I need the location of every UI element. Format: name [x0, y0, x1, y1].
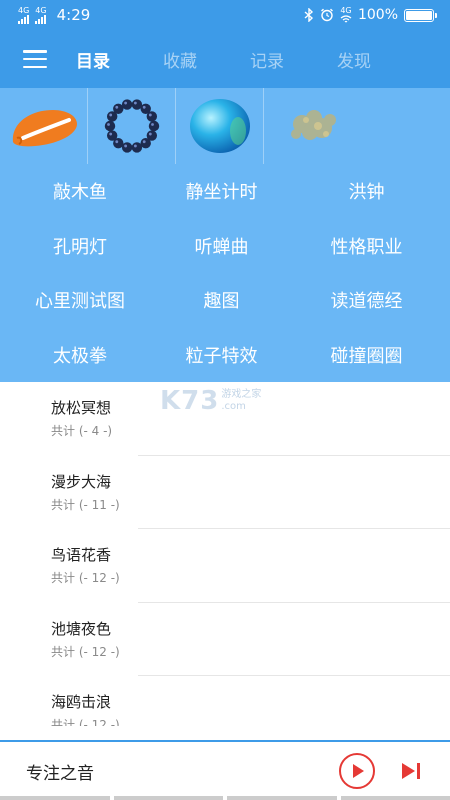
bluetooth-icon — [304, 8, 313, 22]
bead-highlight — [133, 144, 137, 148]
status-left: 4G 4G 4:29 — [18, 6, 90, 24]
status-right: 4G 100% — [304, 7, 437, 23]
grid-item-tao-te-ching[interactable]: 读道德经 — [283, 273, 450, 328]
grid-item-particle-effects[interactable]: 粒子特效 — [160, 328, 283, 383]
list-item-count: 共计 (- 4 -) — [51, 424, 113, 438]
network-type-right: 4G — [340, 6, 352, 15]
bead-highlight — [114, 105, 118, 109]
tab-favorites[interactable]: 收藏 — [163, 47, 250, 72]
grid-item-personality-career[interactable]: 性格职业 — [283, 219, 450, 274]
grid-item-sky-lantern[interactable]: 孔明灯 — [0, 219, 160, 274]
tab-bar: 目录 收藏 记录 发现 — [76, 47, 424, 72]
grid-item-fun-pictures[interactable]: 趣图 — [160, 273, 283, 328]
alarm-icon — [321, 8, 333, 22]
signal-icon-2: 4G — [35, 5, 47, 24]
prayer-beads-button[interactable] — [88, 88, 176, 164]
bead-highlight — [142, 140, 146, 144]
list-item[interactable]: 鸟语花香 共计 (- 12 -) — [0, 529, 450, 603]
grid-item-knock-wooden-fish[interactable]: 敲木鱼 — [0, 164, 160, 219]
bottom-player: 专注之音 — [0, 740, 450, 800]
bead — [140, 138, 151, 149]
play-button[interactable] — [338, 752, 376, 790]
bead-highlight — [108, 113, 112, 117]
grid-item-meditation-timer[interactable]: 静坐计时 — [160, 164, 283, 219]
prayer-beads-icon — [104, 99, 159, 153]
list-item-title: 池塘夜色 — [51, 619, 112, 638]
tab-discover[interactable]: 发现 — [337, 47, 424, 72]
feature-icon-strip — [0, 88, 450, 164]
list-item-title: 鸟语花香 — [51, 546, 112, 564]
grid-item-tai-chi[interactable]: 太极拳 — [0, 328, 160, 383]
bead-highlight — [133, 101, 137, 105]
blue-ball-icon — [189, 99, 250, 153]
battery-icon — [404, 8, 437, 22]
grid-item-bell[interactable]: 洪钟 — [283, 164, 450, 219]
bead-highlight — [123, 144, 127, 148]
bead-highlight — [150, 123, 154, 126]
player-title: 专注之音 — [26, 763, 94, 784]
list-item-count: 共计 (- 12 -) — [51, 644, 120, 659]
grid-item-collision-circles[interactable]: 碰撞圈圈 — [283, 328, 450, 383]
bead-highlight — [123, 101, 127, 105]
feature-grid: 敲木鱼 静坐计时 洪钟 孔明灯 听蝉曲 性格职业 心里测试图 趣图 读道德经 太… — [0, 164, 450, 382]
list-item-count: 共计 (- 12 -) — [51, 718, 120, 726]
network-type-1: 4G — [18, 5, 30, 15]
bead-highlight — [148, 132, 152, 136]
tab-catalog[interactable]: 目录 — [76, 47, 163, 72]
list-item[interactable]: 池塘夜色 共计 (- 12 -) — [0, 603, 450, 676]
list-item-title: 漫步大海 — [51, 472, 112, 491]
bead — [131, 99, 142, 110]
particle-cloud-icon — [291, 110, 336, 140]
list-item-title: 海鸥击浪 — [51, 693, 112, 711]
bead-highlight — [142, 105, 146, 109]
wooden-fish-icon — [12, 110, 77, 147]
list-item[interactable]: 漫步大海 共计 (- 11 -) — [0, 456, 450, 529]
list-item-title: 放松冥想 — [51, 399, 112, 417]
list-item[interactable]: 海鸥击浪 共计 (- 12 -) — [0, 676, 450, 726]
blue-ball-button[interactable] — [176, 88, 264, 164]
sound-list: 放松冥想 共计 (- 4 -) 漫步大海 共计 (- 11 -) 鸟语花香 共计… — [0, 382, 450, 726]
bead-highlight — [108, 132, 112, 136]
list-item-count: 共计 (- 11 -) — [51, 497, 120, 512]
bead — [121, 142, 132, 153]
bead — [148, 120, 159, 132]
status-bar: 4G 4G 4:29 4G 100% — [0, 0, 450, 30]
network-type-2: 4G — [35, 5, 47, 15]
menu-icon[interactable] — [23, 50, 47, 68]
grid-item-cicada-song[interactable]: 听蝉曲 — [160, 219, 283, 274]
page-indicator — [0, 796, 450, 800]
bead — [121, 99, 132, 110]
wooden-fish-button[interactable] — [0, 88, 88, 164]
bead-highlight — [114, 140, 118, 144]
bead — [106, 130, 117, 141]
signal-icon: 4G — [18, 5, 30, 24]
battery-percent: 100% — [357, 7, 398, 23]
tab-history[interactable]: 记录 — [250, 47, 337, 72]
list-item-count: 共计 (- 12 -) — [51, 571, 120, 585]
bead — [104, 120, 115, 132]
status-time: 4:29 — [56, 6, 91, 24]
app-bar: 目录 收藏 记录 发现 — [0, 30, 450, 88]
bead-highlight — [106, 123, 110, 126]
bead — [146, 111, 157, 122]
particle-cloud-button[interactable] — [264, 88, 450, 164]
bead — [112, 103, 123, 114]
bead — [131, 142, 142, 153]
bead-highlight — [148, 113, 152, 117]
next-track-button[interactable] — [398, 760, 424, 782]
list-item[interactable]: 放松冥想 共计 (- 4 -) — [0, 382, 450, 456]
grid-item-psych-test[interactable]: 心里测试图 — [0, 273, 160, 328]
wifi-4g-icon: 4G — [340, 7, 352, 23]
